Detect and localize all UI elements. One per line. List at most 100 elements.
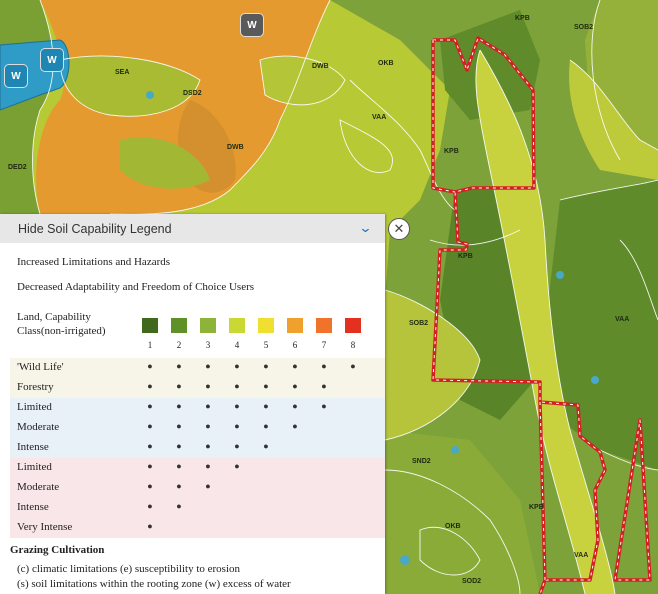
- water-spot: [400, 555, 410, 565]
- capability-dot: ●: [176, 421, 182, 431]
- class-number: 1: [147, 340, 153, 350]
- swatch-class7: [316, 318, 332, 333]
- soil-unit-label: KPB: [444, 148, 459, 155]
- capability-dot: ●: [176, 381, 182, 391]
- swatch-class2: [171, 318, 187, 333]
- soil-unit-label: VAA: [615, 316, 629, 323]
- capability-dot: ●: [292, 381, 298, 391]
- water-spot: [146, 91, 154, 99]
- row-label: Very Intense: [17, 521, 73, 533]
- water-spot: [591, 376, 599, 384]
- soil-unit-label: OKB: [378, 60, 394, 67]
- capability-dot: ●: [263, 361, 269, 371]
- capability-dot: ●: [147, 501, 153, 511]
- soil-unit-label: VAA: [372, 114, 386, 121]
- grazing-cultivation-heading: Grazing Cultivation: [10, 544, 105, 556]
- hide-legend-toggle[interactable]: Hide Soil Capability Legend: [0, 222, 360, 236]
- soil-unit-label: KPB: [458, 253, 473, 260]
- row-label: Limited: [17, 461, 52, 473]
- row-label: Moderate: [17, 421, 60, 433]
- water-spot: [451, 446, 459, 454]
- note-soil: (s) soil limitations within the rooting …: [17, 578, 291, 590]
- capability-dot: ●: [234, 381, 240, 391]
- capability-dot: ●: [263, 401, 269, 411]
- capability-dot: ●: [176, 461, 182, 471]
- capability-dot: ●: [176, 401, 182, 411]
- capability-dot: ●: [263, 381, 269, 391]
- capability-dot: ●: [205, 461, 211, 471]
- limitations-label: Increased Limitations and Hazards: [17, 256, 171, 268]
- capability-dot: ●: [147, 361, 153, 371]
- capability-dot: ●: [147, 441, 153, 451]
- soil-unit-label: KPB: [515, 15, 530, 22]
- row-label: Forestry: [17, 381, 54, 393]
- swatch-class6: [287, 318, 303, 333]
- close-icon[interactable]: ✕: [388, 218, 410, 240]
- soil-unit-label: SEA: [115, 69, 129, 76]
- capability-dot: ●: [350, 361, 356, 371]
- capability-dot: ●: [263, 441, 269, 451]
- water-marker[interactable]: W: [240, 13, 264, 37]
- soil-unit-label: DWB: [227, 144, 244, 151]
- soil-unit-label: DSD2: [183, 90, 202, 97]
- capability-dot: ●: [321, 401, 327, 411]
- row-band: [10, 458, 385, 478]
- capability-dot: ●: [147, 421, 153, 431]
- legend-header[interactable]: Hide Soil Capability Legend ⌄: [0, 214, 385, 243]
- class-header-line2: Class(non-irrigated): [17, 325, 106, 337]
- capability-dot: ●: [292, 401, 298, 411]
- capability-dot: ●: [205, 401, 211, 411]
- soil-unit-label: OKB: [445, 523, 461, 530]
- swatch-class5: [258, 318, 274, 333]
- soil-unit-label: SOB2: [574, 24, 593, 31]
- row-band: [10, 478, 385, 498]
- capability-dot: ●: [292, 361, 298, 371]
- capability-dot: ●: [147, 461, 153, 471]
- capability-dot: ●: [234, 401, 240, 411]
- swatch-class3: [200, 318, 216, 333]
- chevron-down-icon[interactable]: ⌄: [358, 221, 372, 236]
- capability-dot: ●: [176, 361, 182, 371]
- capability-dot: ●: [205, 441, 211, 451]
- class-number: 3: [205, 340, 211, 350]
- capability-dot: ●: [234, 461, 240, 471]
- capability-dot: ●: [205, 361, 211, 371]
- row-band: [10, 418, 385, 438]
- capability-dot: ●: [321, 361, 327, 371]
- class-number: 4: [234, 340, 240, 350]
- class-header-line1: Land, Capability: [17, 311, 91, 323]
- water-spot: [556, 271, 564, 279]
- capability-dot: ●: [147, 401, 153, 411]
- row-band: [10, 438, 385, 458]
- soil-unit-label: DED2: [8, 164, 27, 171]
- row-band: [10, 498, 385, 518]
- soil-unit-label: KPB: [529, 504, 544, 511]
- capability-dot: ●: [234, 361, 240, 371]
- row-label: Limited: [17, 401, 52, 413]
- soil-unit-label: SND2: [412, 458, 431, 465]
- capability-dot: ●: [205, 481, 211, 491]
- class-number: 5: [263, 340, 269, 350]
- class-number: 2: [176, 340, 182, 350]
- soil-unit-label: SOB2: [409, 320, 428, 327]
- row-label: Moderate: [17, 481, 60, 493]
- capability-dot: ●: [321, 381, 327, 391]
- swatch-class8: [345, 318, 361, 333]
- water-marker[interactable]: W: [4, 64, 28, 88]
- adaptability-label: Decreased Adaptability and Freedom of Ch…: [17, 281, 255, 293]
- class-number: 7: [321, 340, 327, 350]
- row-label: 'Wild Life': [17, 361, 64, 373]
- swatch-class1: [142, 318, 158, 333]
- water-marker[interactable]: W: [40, 48, 64, 72]
- soil-unit-label: DWB: [312, 63, 329, 70]
- soil-unit-label: SOD2: [462, 578, 481, 585]
- class-number: 8: [350, 340, 356, 350]
- capability-dot: ●: [234, 421, 240, 431]
- capability-dot: ●: [234, 441, 240, 451]
- soil-unit-label: VAA: [574, 552, 588, 559]
- swatch-class4: [229, 318, 245, 333]
- capability-dot: ●: [147, 381, 153, 391]
- capability-dot: ●: [176, 441, 182, 451]
- row-label: Intense: [17, 441, 49, 453]
- class-number: 6: [292, 340, 298, 350]
